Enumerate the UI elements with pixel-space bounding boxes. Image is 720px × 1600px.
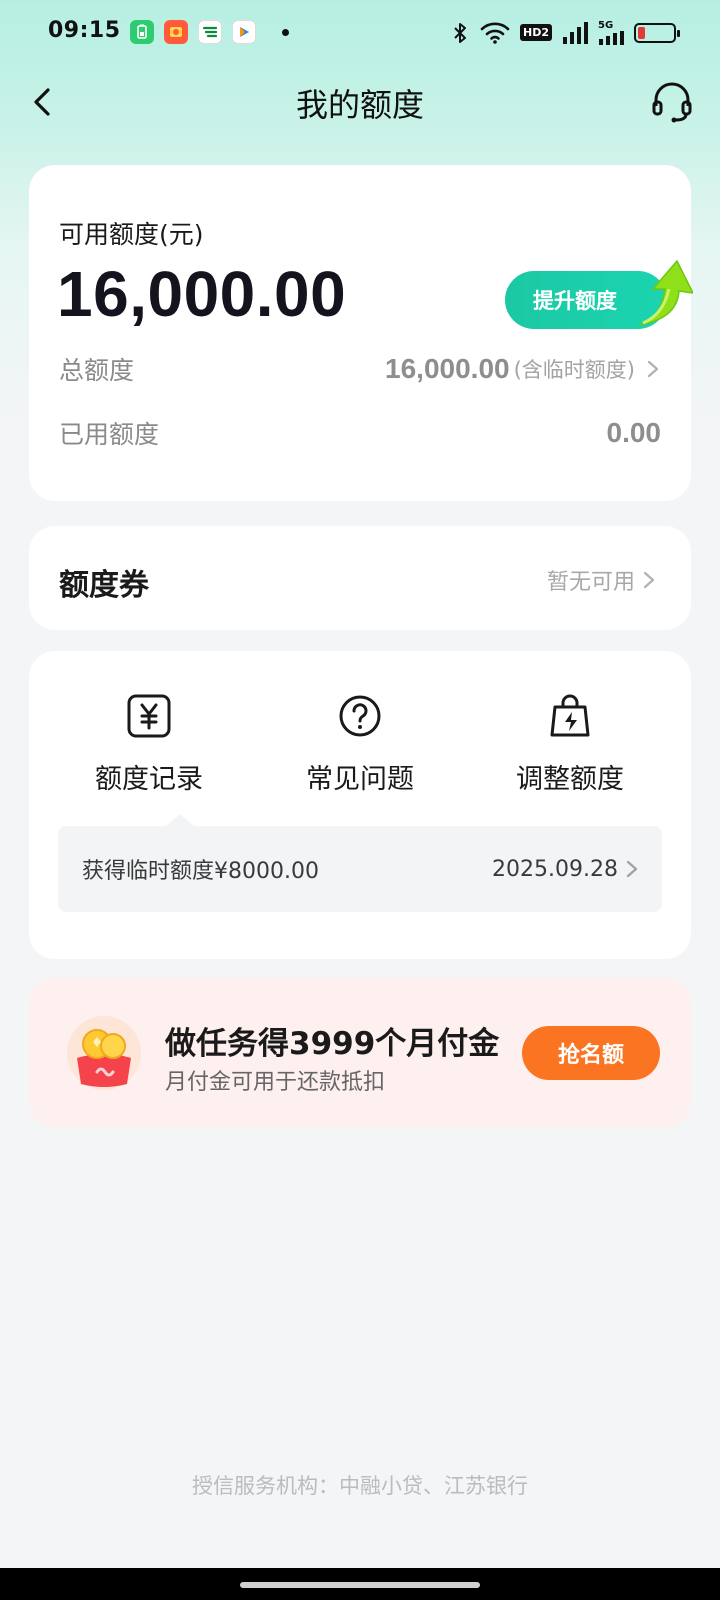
credit-institution-footer: 授信服务机构：中融小贷、江苏银行 xyxy=(192,1474,528,1498)
status-time: 09:15 xyxy=(48,18,121,43)
used-quota-value: 0.00 xyxy=(606,417,662,448)
coupon-title: 额度券 xyxy=(59,568,149,603)
menu-item-quota-records[interactable]: 额度记录 xyxy=(49,691,249,796)
status-icons: HD2 5G xyxy=(452,20,680,45)
available-quota-amount: 16,000.00 xyxy=(57,258,347,330)
lightning-bag-icon xyxy=(550,694,590,737)
menu-item-faq[interactable]: 常见问题 xyxy=(260,691,460,796)
quota-card: 可用额度(元) 16,000.00 提升额度 总额度 16,000.00 (含临… xyxy=(29,165,693,501)
used-quota-row: 已用额度 0.00 xyxy=(59,413,661,453)
chevron-right-icon xyxy=(647,360,659,378)
battery-icon xyxy=(634,22,680,43)
promo-subtitle: 月付金可用于还款抵扣 xyxy=(165,1070,386,1095)
coupon-status: 暂无可用 xyxy=(546,570,635,595)
question-circle-icon xyxy=(339,695,381,737)
promo-title: 做任务得3999个月付金 xyxy=(165,1026,500,1062)
page-title: 我的额度 xyxy=(295,86,424,124)
top-nav: 我的额度 xyxy=(0,64,720,140)
signal-icon xyxy=(563,21,588,44)
battery-level xyxy=(638,26,645,39)
quota-coupon-card[interactable]: 额度券 暂无可用 xyxy=(29,526,691,630)
status-bar: 09:15 HD2 5G xyxy=(0,0,720,64)
total-quota-label: 总额度 xyxy=(59,356,135,385)
record-right: 2025.09.28 xyxy=(492,857,640,882)
total-quota-row[interactable]: 总额度 16,000.00 (含临时额度) xyxy=(59,349,661,389)
signal-icon xyxy=(599,31,624,45)
promo-card[interactable]: 做任务得3999个月付金 月付金可用于还款抵扣 抢名额 xyxy=(29,978,691,1128)
record-date: 2025.09.28 xyxy=(492,856,618,882)
more-notifications-dot xyxy=(282,28,289,36)
home-indicator[interactable] xyxy=(240,1582,480,1588)
signal-5g: 5G xyxy=(598,20,624,45)
latest-record[interactable]: 获得临时额度¥8000.00 2025.09.28 xyxy=(58,814,662,912)
video-app-icon xyxy=(232,20,256,44)
chevron-right-icon xyxy=(626,860,638,878)
coupon-right: 暂无可用 xyxy=(547,564,657,596)
total-quota-right: 16,000.00 (含临时额度) xyxy=(385,353,661,385)
menu-item-label: 调整额度 xyxy=(516,764,624,795)
network-type: 5G xyxy=(598,20,614,31)
wifi-icon xyxy=(480,22,510,44)
up-arrow-icon xyxy=(638,259,693,326)
post-app-icon xyxy=(198,20,222,44)
menu-item-label: 常见问题 xyxy=(306,764,414,795)
notification-icons xyxy=(130,20,289,44)
bluetooth-icon xyxy=(454,22,466,43)
menu-item-label: 额度记录 xyxy=(95,764,203,795)
total-quota-value: 16,000.00 xyxy=(385,353,510,384)
battery-app-icon xyxy=(130,20,154,44)
record-text: 获得临时额度¥8000.00 xyxy=(82,859,319,884)
hd-badge: HD2 xyxy=(520,24,552,41)
menu-item-adjust-quota[interactable]: 调整额度 xyxy=(470,691,670,796)
grab-spot-button[interactable]: 抢名额 xyxy=(522,1026,660,1080)
red-app-icon xyxy=(164,20,188,44)
available-quota-label: 可用额度(元) xyxy=(59,220,204,249)
chevron-right-icon xyxy=(643,571,655,589)
gold-coin-icon xyxy=(67,1016,141,1090)
system-navigation-bar xyxy=(0,1568,720,1600)
total-quota-note: (含临时额度) xyxy=(513,358,635,382)
quota-menu-card: 额度记录 常见问题 调整额度 获得临时额度¥8000.00 2025.09.28 xyxy=(29,651,691,959)
yen-receipt-icon xyxy=(127,694,171,738)
headset-icon[interactable] xyxy=(650,80,694,124)
used-quota-label: 已用额度 xyxy=(59,420,160,449)
